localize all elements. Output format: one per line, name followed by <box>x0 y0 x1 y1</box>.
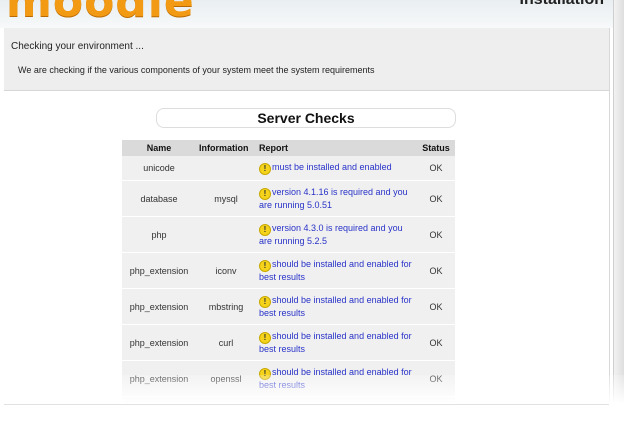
main-content: Checking your environment ... We are che… <box>4 28 610 404</box>
check-status: OK <box>417 288 455 325</box>
check-status: OK <box>417 156 455 181</box>
checking-text: Checking your environment ... <box>11 41 144 52</box>
check-status: OK <box>417 252 455 289</box>
check-report[interactable]: !should be installed and enabled for bes… <box>256 252 417 289</box>
check-report[interactable]: !should be installed and enabled for bes… <box>256 324 417 361</box>
check-report[interactable]: ! version 4.3.0 is required and you are r… <box>256 216 417 253</box>
check-info: mysql <box>196 180 256 217</box>
window-scrollbar[interactable] <box>613 0 624 404</box>
check-status: OK <box>417 324 455 361</box>
check-name: php_extension <box>122 324 196 361</box>
server-checks-table: Name Information Report Status unicode !… <box>122 140 455 404</box>
report-text[interactable]: version 4.3.0 is required and you are ru… <box>259 223 403 246</box>
environment-panel: Checking your environment ... We are che… <box>4 28 609 91</box>
check-report[interactable]: ! version 4.1.16 is required and you are … <box>256 180 417 217</box>
table-header-row: Name Information Report Status <box>122 140 455 156</box>
table-row: php_extension curl ! should be installed … <box>122 324 455 361</box>
check-name: php_extension <box>122 252 196 289</box>
check-name: php <box>122 216 196 253</box>
window-bottom-border <box>4 404 609 405</box>
header-bar: moodle Installation <box>0 0 624 28</box>
check-report[interactable]: !should be installed and enabled for bes… <box>256 288 417 325</box>
check-info: curl <box>196 324 256 361</box>
check-status: OK <box>417 180 455 217</box>
description-text: We are checking if the various component… <box>18 65 375 75</box>
check-info: iconv <box>196 252 256 289</box>
check-report[interactable]: ! must be installed and enabled <box>256 156 417 181</box>
report-text[interactable]: version 4.1.16 is required and you are r… <box>259 187 408 210</box>
check-info <box>196 216 256 253</box>
table-row: database mysql ! version 4.1.16 is requir… <box>122 180 455 217</box>
table-row: unicode ! must be installed and enabled O… <box>122 156 455 181</box>
table-row: php_extension mbstring ! should be instal… <box>122 288 455 325</box>
warning-icon: ! <box>259 187 271 200</box>
check-info: mbstring <box>196 288 256 325</box>
check-info <box>196 156 256 181</box>
check-status: OK <box>417 216 455 253</box>
report-text[interactable]: must be installed and enabled <box>272 162 392 172</box>
warning-icon: ! <box>259 259 271 272</box>
moodle-logo: moodle <box>6 0 195 27</box>
warning-icon: ! <box>259 223 271 236</box>
report-text[interactable]: should be installed and enabled for best… <box>259 295 412 318</box>
check-name: database <box>122 180 196 217</box>
column-header-name: Name <box>122 140 196 156</box>
report-text[interactable]: should be installed and enabled for best… <box>259 259 412 282</box>
table-row: php ! version 4.3.0 is required and you a… <box>122 216 455 253</box>
column-header-information: Information <box>196 140 256 156</box>
page-title: Installation <box>520 0 604 9</box>
column-header-report: Report <box>256 140 417 156</box>
warning-icon: ! <box>259 295 271 308</box>
report-text[interactable]: should be installed and enabled for best… <box>259 331 412 354</box>
table-row: php_extension iconv ! should be installed… <box>122 252 455 289</box>
column-header-status: Status <box>417 140 455 156</box>
reflection-fade <box>0 375 624 427</box>
check-name: unicode <box>122 156 196 181</box>
warning-icon: ! <box>259 331 271 344</box>
check-name: php_extension <box>122 288 196 325</box>
warning-icon: ! <box>259 162 271 175</box>
server-checks-heading: Server Checks <box>156 108 456 128</box>
